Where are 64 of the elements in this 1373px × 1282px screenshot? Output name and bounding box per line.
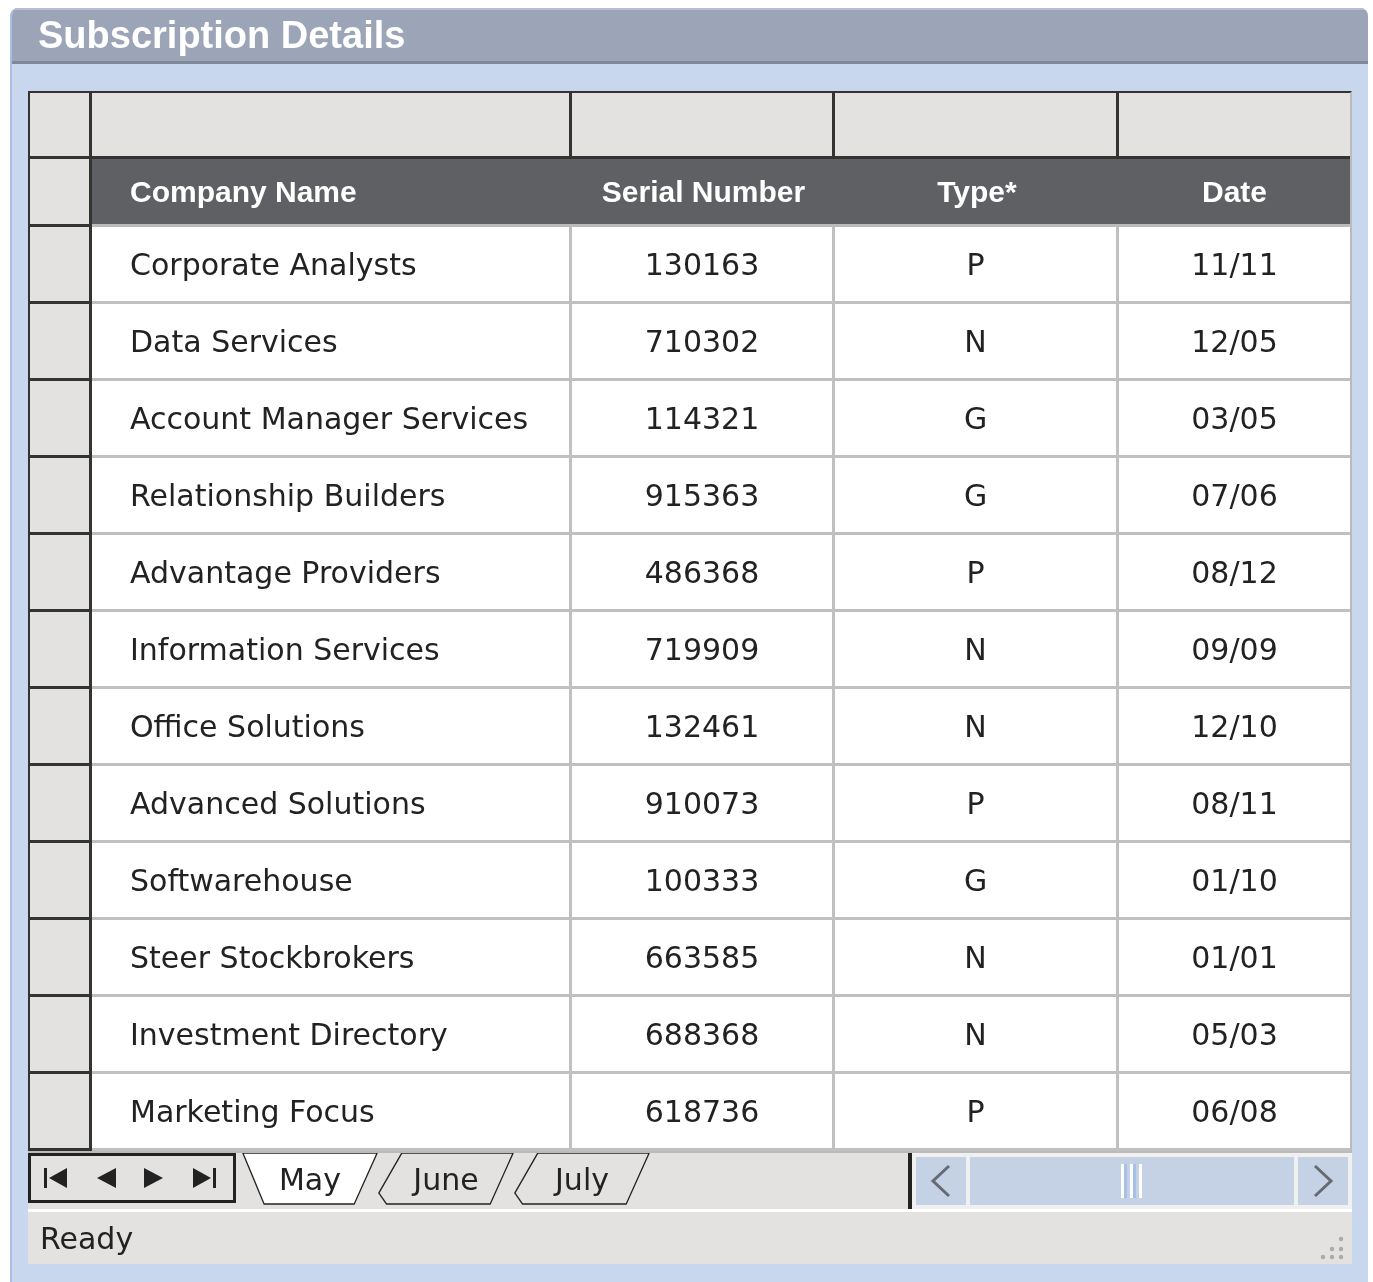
sheet-tab[interactable]: July <box>514 1153 650 1205</box>
table-cell: Steer Stockbrokers <box>92 920 572 997</box>
table-cell: 01/10 <box>1119 843 1350 920</box>
table-cell: 11/11 <box>1119 227 1350 304</box>
table-cell: 130163 <box>572 227 835 304</box>
table-cell: 710302 <box>572 304 835 381</box>
chevron-right-icon <box>1312 1164 1334 1198</box>
table-cell: P <box>835 535 1119 612</box>
table-cell: Data Services <box>92 304 572 381</box>
sheet-tab[interactable]: May <box>242 1153 378 1205</box>
table-cell: G <box>835 458 1119 535</box>
table-cell: Advanced Solutions <box>92 766 572 843</box>
table-cell: N <box>835 612 1119 689</box>
table-cell: G <box>835 843 1119 920</box>
table-cell: N <box>835 689 1119 766</box>
table-cell: 08/12 <box>1119 535 1350 612</box>
next-sheet-icon[interactable] <box>143 1165 165 1191</box>
table-cell: 07/06 <box>1119 458 1350 535</box>
window-title: Subscription Details <box>38 14 406 57</box>
table-cell: 132461 <box>572 689 835 766</box>
resize-grip-icon[interactable] <box>1320 1236 1344 1260</box>
column-title: Company Name <box>92 159 572 227</box>
table-cell: Softwarehouse <box>92 843 572 920</box>
chevron-left-icon <box>930 1164 952 1198</box>
table-cell: Account Manager Services <box>92 381 572 458</box>
column-title: Type* <box>835 159 1119 227</box>
table-cell: Information Services <box>92 612 572 689</box>
table-cell: Advantage Providers <box>92 535 572 612</box>
table-cell: 114321 <box>572 381 835 458</box>
table-cell: Corporate Analysts <box>92 227 572 304</box>
column-title: Serial Number <box>572 159 835 227</box>
table-cell: 12/05 <box>1119 304 1350 381</box>
previous-sheet-icon[interactable] <box>95 1165 117 1191</box>
table-cell: P <box>835 227 1119 304</box>
first-sheet-icon[interactable] <box>43 1165 69 1191</box>
table-cell: Relationship Builders <box>92 458 572 535</box>
table-cell: G <box>835 381 1119 458</box>
table-cell: 486368 <box>572 535 835 612</box>
table-cell: N <box>835 304 1119 381</box>
table-cell: 09/09 <box>1119 612 1350 689</box>
sheet-tab[interactable]: June <box>378 1153 514 1205</box>
last-sheet-icon[interactable] <box>191 1165 217 1191</box>
table-cell: 910073 <box>572 766 835 843</box>
table-cell: 915363 <box>572 458 835 535</box>
table-cell: Investment Directory <box>92 997 572 1074</box>
column-title: Date <box>1119 159 1350 227</box>
table-cell: 03/05 <box>1119 381 1350 458</box>
table-cell: 688368 <box>572 997 835 1074</box>
table-cell: 12/10 <box>1119 689 1350 766</box>
table-cell: 01/01 <box>1119 920 1350 997</box>
table-cell: 08/11 <box>1119 766 1350 843</box>
table-cell: 663585 <box>572 920 835 997</box>
scroll-left-button[interactable] <box>916 1157 966 1205</box>
scroll-right-button[interactable] <box>1298 1157 1348 1205</box>
table-cell: N <box>835 997 1119 1074</box>
scroll-thumb-grip[interactable] <box>1121 1164 1143 1198</box>
table-cell: P <box>835 766 1119 843</box>
table-cell: N <box>835 920 1119 997</box>
table-cell: 719909 <box>572 612 835 689</box>
table-cell: 05/03 <box>1119 997 1350 1074</box>
table-cell: 100333 <box>572 843 835 920</box>
table-cell: Office Solutions <box>92 689 572 766</box>
status-text: Ready <box>40 1220 134 1256</box>
horizontal-scrollbar[interactable] <box>912 1153 1352 1209</box>
